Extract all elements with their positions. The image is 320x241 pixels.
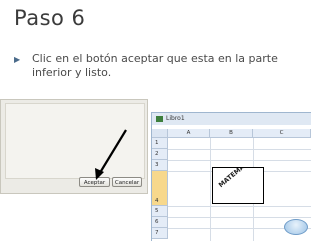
row-header-2[interactable]: 2 bbox=[152, 149, 168, 160]
row-header-5[interactable]: 5 bbox=[152, 206, 168, 217]
column-header-b[interactable]: B bbox=[210, 129, 253, 138]
row-header-3[interactable]: 3 bbox=[152, 160, 168, 171]
gridline bbox=[168, 217, 311, 218]
spreadsheet-titlebar: Libro1 bbox=[152, 113, 311, 125]
row-header-4[interactable]: 4 bbox=[152, 171, 168, 206]
excel-icon bbox=[156, 115, 163, 122]
cell-b4-rotated[interactable]: MATEMATICA bbox=[212, 167, 264, 204]
rotated-cell-text: MATEMATICA bbox=[217, 167, 259, 190]
select-all-corner[interactable] bbox=[152, 129, 168, 138]
row-header-6[interactable]: 6 bbox=[152, 217, 168, 228]
gridline bbox=[168, 206, 311, 207]
column-header-c[interactable]: C bbox=[253, 129, 311, 138]
column-header-a[interactable]: A bbox=[168, 129, 210, 138]
row-header-7[interactable]: 7 bbox=[152, 228, 168, 239]
gridline bbox=[210, 138, 211, 241]
spreadsheet-title: Libro1 bbox=[166, 115, 185, 122]
gridline bbox=[168, 149, 311, 150]
gridline bbox=[168, 160, 311, 161]
row-header-1[interactable]: 1 bbox=[152, 138, 168, 149]
slide-nav-button[interactable] bbox=[284, 219, 308, 235]
